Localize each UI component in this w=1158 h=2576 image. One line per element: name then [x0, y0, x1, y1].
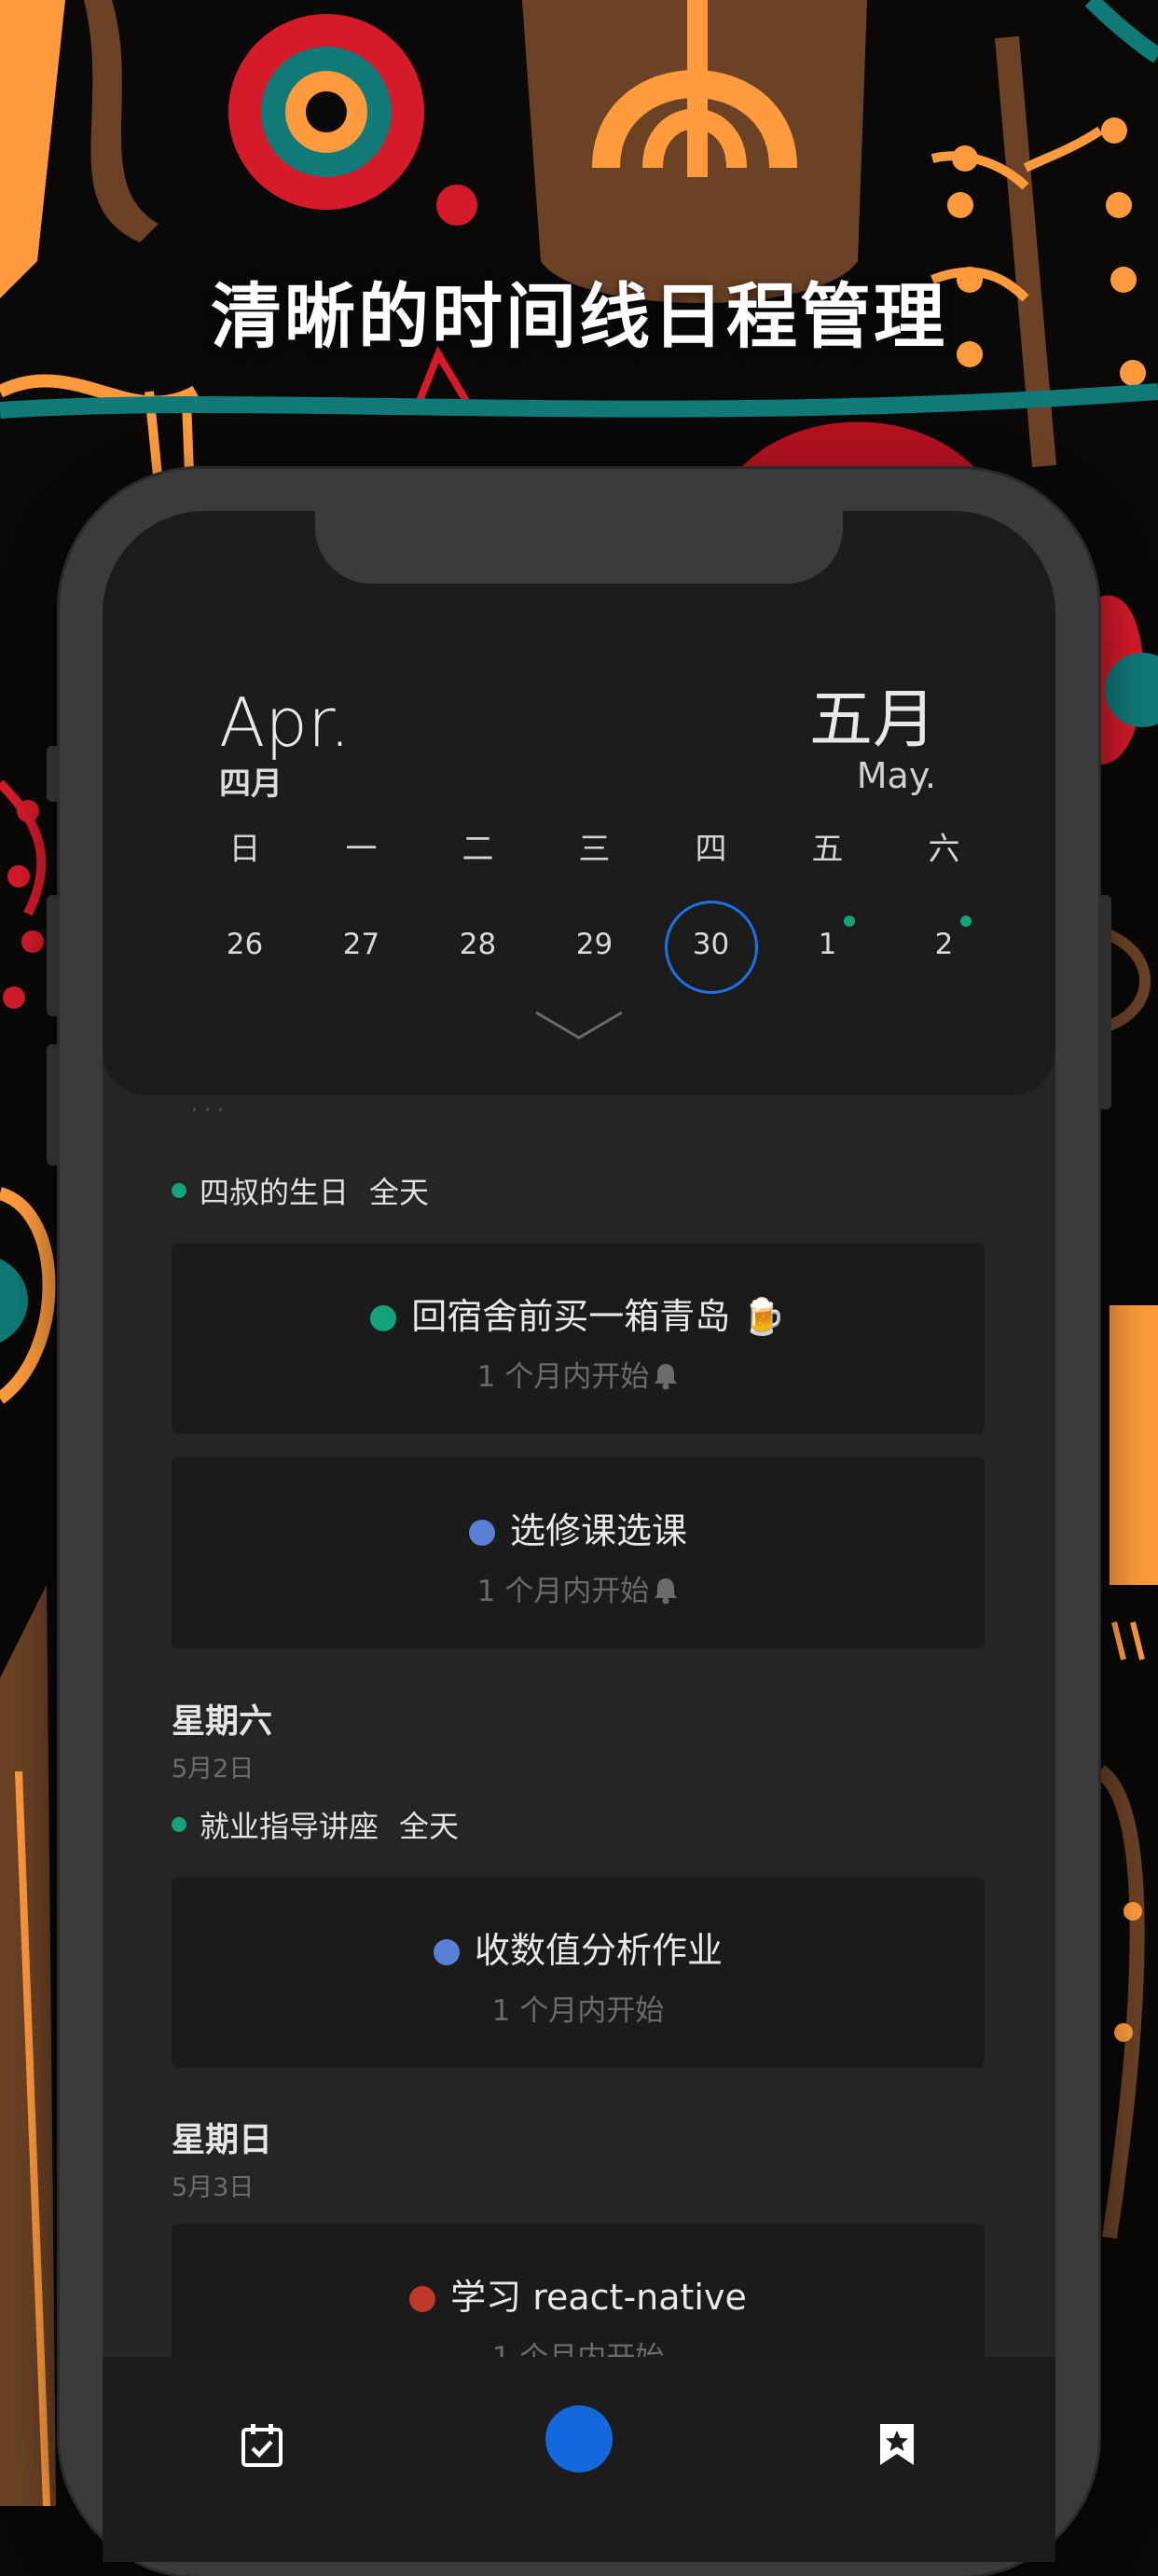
event-title: 收数值分析作业 [172, 1922, 985, 1973]
month-english-next: May. [856, 755, 936, 796]
allday-event[interactable]: 四叔的生日 全天 [172, 1169, 429, 1212]
date-number: 30 [664, 901, 758, 994]
weekday-label: 日 [228, 831, 261, 868]
event-indicator-dot [960, 916, 972, 927]
day-section-date: 5月2日 [172, 1755, 255, 1784]
date-cell[interactable]: 27 [303, 901, 420, 992]
date-number: 1 [818, 928, 837, 961]
event-subtitle-text: 1 个月内开始 [476, 1360, 650, 1394]
calendar-header: Apr. 四月 五月 May. 日 一 二 三 四 五 六 26 27 28 2… [103, 511, 1055, 1095]
event-color-dot [172, 1817, 186, 1832]
date-cell[interactable]: 28 [420, 901, 536, 992]
date-cell[interactable]: 2 [886, 901, 1002, 992]
allday-event-time: 全天 [369, 1175, 430, 1210]
bell-icon [655, 1364, 678, 1390]
calendar-check-icon[interactable] [240, 2422, 284, 2467]
event-card[interactable]: 选修课选课 1 个月内开始 [172, 1457, 985, 1648]
date-cell-selected[interactable]: 30 [653, 901, 769, 994]
phone-side-button [47, 895, 60, 1016]
headline: 清晰的时间线日程管理 [211, 275, 947, 358]
day-section-date: 5月3日 [172, 2173, 255, 2202]
weekday-label: 四 [695, 831, 727, 868]
day-section-title: 星期日 [172, 2121, 273, 2159]
date-number: 27 [342, 928, 380, 961]
chevron-down-icon[interactable] [533, 1010, 625, 1041]
add-circle-icon[interactable] [545, 2405, 613, 2473]
date-cell[interactable]: 1 [769, 901, 886, 992]
weekday-row: 日 一 二 三 四 五 六 [186, 823, 1003, 869]
event-title-text: 选修课选课 [509, 1510, 687, 1551]
event-title-text: 学习 react-native [450, 2277, 747, 2318]
phone-side-button [1098, 895, 1111, 1109]
date-number: 28 [459, 928, 497, 961]
phone-notch [315, 511, 843, 584]
event-color-dot [468, 1520, 495, 1546]
allday-event-title: 就业指导讲座 [200, 1809, 379, 1844]
event-color-dot [370, 1305, 397, 1331]
beer-emoji: 🍺 [741, 1296, 786, 1337]
event-indicator-dot [844, 916, 855, 927]
event-title: 回宿舍前买一箱青岛 🍺 [172, 1288, 985, 1339]
event-subtitle: 1 个月内开始 [172, 1567, 985, 1609]
bookmark-star-icon[interactable] [878, 2422, 916, 2467]
bell-icon [655, 1578, 678, 1605]
phone-side-button [47, 1044, 60, 1165]
date-cell[interactable]: 26 [186, 901, 303, 992]
date-cell[interactable]: 29 [536, 901, 653, 992]
event-title: 选修课选课 [172, 1502, 985, 1553]
date-number: 26 [226, 928, 264, 961]
event-subtitle-text: 1 个月内开始 [476, 1575, 650, 1608]
weekday-label: 六 [928, 831, 960, 868]
event-subtitle: 1 个月内开始 [491, 1994, 665, 2028]
weekday-label: 二 [462, 831, 494, 868]
allday-event-time: 全天 [399, 1809, 460, 1844]
event-title-text: 回宿舍前买一箱青岛 [411, 1296, 731, 1337]
date-number: 29 [575, 928, 613, 961]
event-title-text: 收数值分析作业 [474, 1930, 723, 1971]
app-screen: Apr. 四月 五月 May. 日 一 二 三 四 五 六 26 27 28 2… [103, 511, 1055, 2562]
allday-event[interactable]: 就业指导讲座 全天 [172, 1803, 459, 1846]
allday-event-title: 四叔的生日 [200, 1175, 350, 1210]
event-title: 学习 react-native [172, 2268, 985, 2320]
month-english-current: Apr. [219, 683, 351, 762]
event-subtitle: 1 个月内开始 [172, 1353, 985, 1395]
month-chinese-current: 四月 [219, 765, 283, 803]
event-color-dot [172, 1183, 186, 1198]
scrolled-text-remnant: · · · [191, 1099, 224, 1123]
weekday-label: 一 [345, 831, 378, 868]
weekday-label: 五 [811, 831, 844, 868]
event-color-dot [433, 1939, 460, 1965]
date-row: 26 27 28 29 30 1 2 [186, 901, 1003, 994]
event-color-dot [409, 2286, 436, 2312]
day-section-title: 星期六 [172, 1702, 273, 1741]
weekday-label: 三 [578, 831, 611, 868]
bottom-tab-bar [103, 2357, 1055, 2562]
date-number: 2 [934, 928, 954, 961]
event-card[interactable]: 收数值分析作业 1 个月内开始 [172, 1877, 985, 2068]
month-chinese-next: 五月 [808, 683, 936, 757]
event-card[interactable]: 回宿舍前买一箱青岛 🍺 1 个月内开始 [172, 1243, 985, 1434]
phone-side-button [47, 746, 60, 802]
